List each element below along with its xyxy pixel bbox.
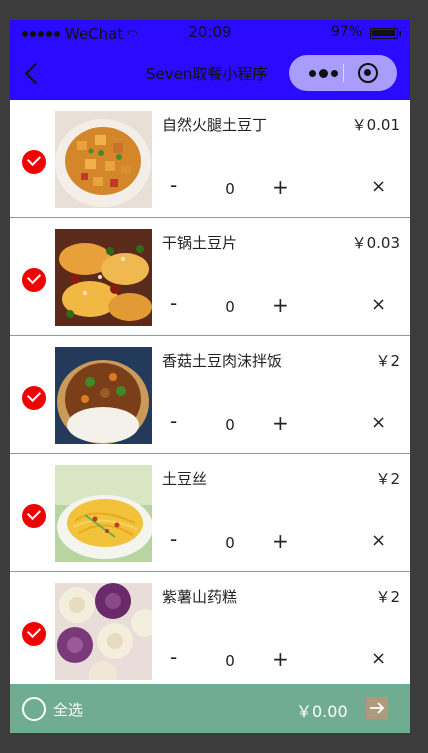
item-check-icon[interactable] xyxy=(22,268,46,292)
item-check-icon[interactable] xyxy=(22,504,46,528)
back-icon[interactable] xyxy=(22,60,44,86)
decrease-button[interactable]: - xyxy=(170,409,190,433)
food-image-dry-pot-potato xyxy=(55,229,152,326)
cart-list: 自然火腿土豆丁 ￥0.01 - 0 + × 干锅土豆片 ￥0.03 - 0 + … xyxy=(10,100,410,690)
more-dots-icon[interactable] xyxy=(309,65,343,81)
phone-screen: WeChat ◠ 20:09 97% Seven取餐小程序 自然火腿土豆丁 ￥0… xyxy=(10,20,410,733)
decrease-button[interactable]: - xyxy=(170,173,190,197)
menu-capsule xyxy=(289,55,397,91)
increase-button[interactable]: + xyxy=(272,175,292,199)
cart-item: 自然火腿土豆丁 ￥0.01 - 0 + × xyxy=(10,100,410,218)
nav-bar: Seven取餐小程序 xyxy=(10,45,410,100)
total-price: ￥0.00 xyxy=(296,702,348,721)
target-close-icon[interactable] xyxy=(358,63,378,83)
item-price: ￥0.01 xyxy=(351,116,400,134)
status-bar: WeChat ◠ 20:09 97% xyxy=(10,20,410,45)
food-image-shredded-potato xyxy=(55,465,152,562)
remove-item-button[interactable]: × xyxy=(371,530,391,551)
cart-item: 土豆丝 ￥2 - 0 + × xyxy=(10,454,410,572)
increase-button[interactable]: + xyxy=(272,293,292,317)
remove-item-button[interactable]: × xyxy=(371,412,391,433)
increase-button[interactable]: + xyxy=(272,647,292,671)
remove-item-button[interactable]: × xyxy=(371,648,391,669)
battery-percent: 97% xyxy=(330,24,362,40)
page-title: Seven取餐小程序 xyxy=(146,65,268,83)
item-quantity: 0 xyxy=(225,652,235,670)
item-name: 香菇土豆肉沫拌饭 xyxy=(162,352,283,370)
decrease-button[interactable]: - xyxy=(170,527,190,551)
remove-item-button[interactable]: × xyxy=(371,176,391,197)
cart-item: 干锅土豆片 ￥0.03 - 0 + × xyxy=(10,218,410,336)
cart-item: 香菇土豆肉沫拌饭 ￥2 - 0 + × xyxy=(10,336,410,454)
arrow-right-icon[interactable] xyxy=(366,697,388,719)
cart-item: 紫薯山药糕 ￥2 - 0 + × xyxy=(10,572,410,690)
increase-button[interactable]: + xyxy=(272,529,292,553)
select-all-label[interactable]: 全选 xyxy=(53,699,83,720)
food-image-mushroom-rice xyxy=(55,347,152,444)
item-quantity: 0 xyxy=(225,416,235,434)
item-price: ￥2 xyxy=(375,588,400,606)
capsule-divider xyxy=(343,64,344,82)
item-quantity: 0 xyxy=(225,534,235,552)
increase-button[interactable]: + xyxy=(272,411,292,435)
item-check-icon[interactable] xyxy=(22,150,46,174)
item-check-icon[interactable] xyxy=(22,622,46,646)
remove-item-button[interactable]: × xyxy=(371,294,391,315)
item-price: ￥2 xyxy=(375,352,400,370)
item-check-icon[interactable] xyxy=(22,386,46,410)
item-name: 紫薯山药糕 xyxy=(162,588,238,606)
item-price: ￥0.03 xyxy=(351,234,400,252)
decrease-button[interactable]: - xyxy=(170,645,190,669)
item-name: 自然火腿土豆丁 xyxy=(162,116,268,134)
decrease-button[interactable]: - xyxy=(170,291,190,315)
food-image-potato-ham xyxy=(55,111,152,208)
battery-icon xyxy=(370,28,401,39)
item-price: ￥2 xyxy=(375,470,400,488)
food-image-purple-yam-cake xyxy=(55,583,152,680)
item-quantity: 0 xyxy=(225,180,235,198)
cart-footer: 全选 ￥0.00 xyxy=(10,684,410,733)
item-quantity: 0 xyxy=(225,298,235,316)
item-name: 干锅土豆片 xyxy=(162,234,238,252)
item-name: 土豆丝 xyxy=(162,470,208,488)
select-all-checkbox[interactable] xyxy=(22,697,46,721)
